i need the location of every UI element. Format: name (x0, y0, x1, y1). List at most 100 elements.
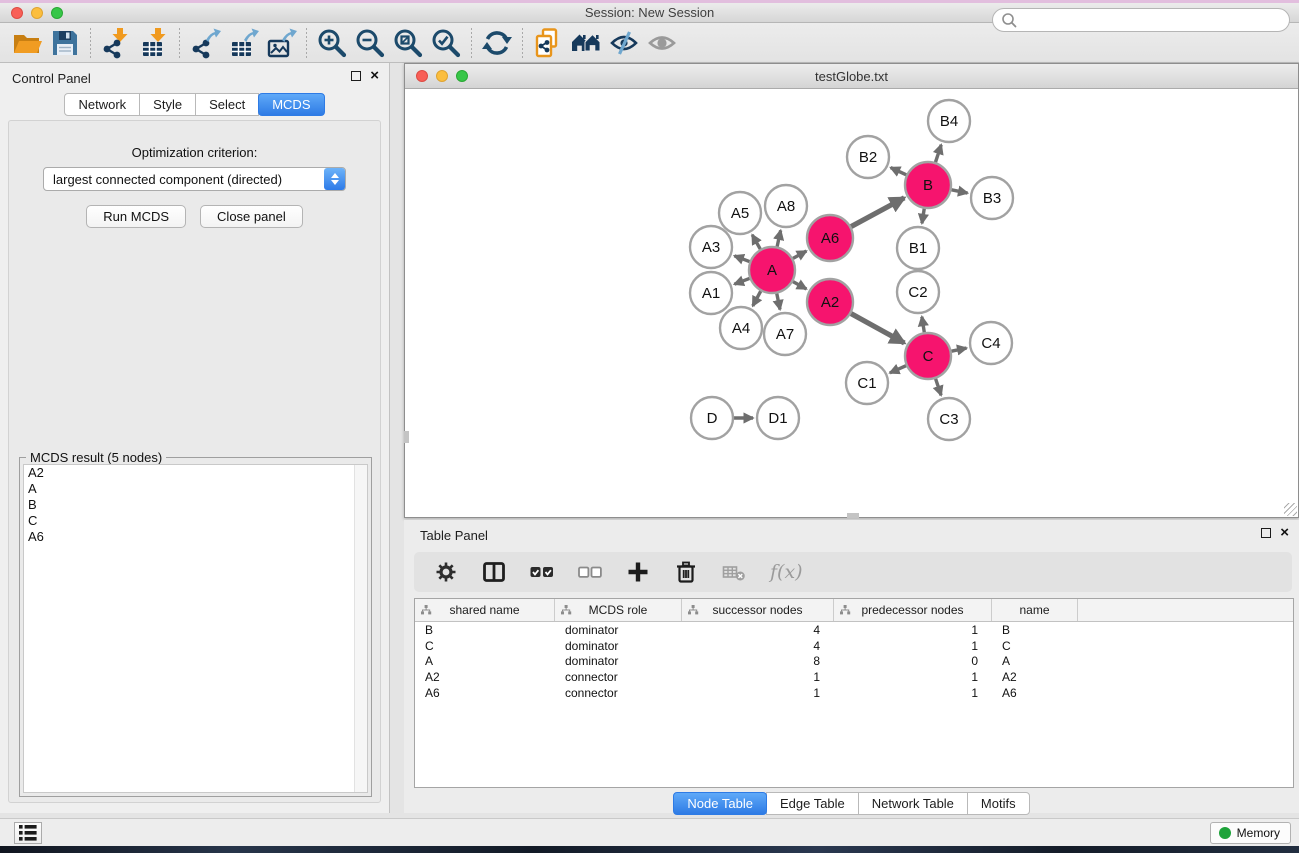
tab-mcds[interactable]: MCDS (258, 93, 324, 116)
cell-MCDS-role: connector (555, 686, 682, 700)
cell-shared-name: A2 (415, 670, 555, 684)
close-panel-icon[interactable]: × (370, 71, 379, 81)
close-table-panel-icon[interactable]: × (1280, 528, 1289, 538)
table-body: Bdominator41BCdominator41CAdominator80AA… (415, 622, 1293, 700)
clone-icon (532, 27, 564, 59)
mcds-result-title: MCDS result (5 nodes) (26, 450, 166, 465)
import-net-icon (100, 27, 132, 59)
tab-network[interactable]: Network (64, 93, 140, 116)
table-row[interactable]: Adominator80A (415, 653, 1293, 669)
tree-icon (421, 605, 432, 615)
deselect-all-button[interactable] (578, 560, 602, 584)
open-file-button[interactable] (8, 26, 46, 60)
mcds-result-list[interactable]: A2ABCA6 (23, 464, 368, 793)
add-column-button[interactable] (626, 560, 650, 584)
network-canvas[interactable]: B4B2BB3A8A5A6A3B1AC2A1A2A4A7C4CC1C3DD1 (405, 89, 1298, 517)
table-row[interactable]: A6connector11A6 (415, 685, 1293, 701)
tree-icon (561, 605, 572, 615)
tab-select[interactable]: Select (195, 93, 259, 116)
cell-successor-nodes: 4 (682, 639, 834, 653)
delete-table-button[interactable] (722, 560, 746, 584)
refresh-icon (481, 27, 513, 59)
refresh-button[interactable] (478, 26, 516, 60)
cell-name: C (992, 639, 1078, 653)
float-panel-icon[interactable] (351, 71, 361, 81)
tab-motifs[interactable]: Motifs (967, 792, 1030, 815)
save-session-button[interactable] (46, 26, 84, 60)
clone-network-button[interactable] (529, 26, 567, 60)
delete-column-button[interactable] (674, 560, 698, 584)
canvas-scroll-nub-bottom[interactable] (847, 513, 859, 518)
task-history-button[interactable] (14, 822, 42, 844)
show-columns-button[interactable] (482, 560, 506, 584)
export-image-button[interactable] (262, 26, 300, 60)
select-all-button[interactable] (530, 560, 554, 584)
memory-button[interactable]: Memory (1210, 822, 1291, 844)
show-graphics-button[interactable] (643, 26, 681, 60)
list-scrollbar[interactable] (354, 465, 367, 792)
table-x-icon (722, 560, 746, 584)
mcds-result-item[interactable]: A2 (24, 465, 367, 481)
zoom-selected-button[interactable] (427, 26, 465, 60)
export-table-button[interactable] (224, 26, 262, 60)
table-settings-button[interactable] (434, 560, 458, 584)
home-button[interactable] (567, 26, 605, 60)
column-header-MCDS-role[interactable]: MCDS role (555, 599, 682, 621)
node-label-A5: A5 (731, 205, 749, 222)
tab-network-table[interactable]: Network Table (858, 792, 968, 815)
criterion-value: largest connected component (directed) (44, 172, 324, 187)
plus-icon (626, 560, 650, 584)
edge-A6-B (851, 198, 904, 227)
criterion-select[interactable]: largest connected component (directed) (43, 167, 346, 191)
table-row[interactable]: A2connector11A2 (415, 669, 1293, 685)
hide-panels-button[interactable] (605, 26, 643, 60)
network-window-title: testGlobe.txt (405, 69, 1298, 84)
cell-successor-nodes: 1 (682, 670, 834, 684)
mcds-result-item[interactable]: C (24, 513, 367, 529)
node-label-A2: A2 (821, 294, 839, 311)
run-mcds-button[interactable]: Run MCDS (86, 205, 186, 228)
edge-C-C3 (936, 379, 942, 396)
table-tabs: Node TableEdge TableNetwork TableMotifs (404, 792, 1299, 815)
zoom-fit-button[interactable] (389, 26, 427, 60)
node-label-B1: B1 (909, 240, 927, 257)
canvas-scroll-nub-left[interactable] (404, 431, 409, 443)
export-network-button[interactable] (186, 26, 224, 60)
cell-MCDS-role: dominator (555, 654, 682, 668)
cell-predecessor-nodes: 1 (834, 670, 992, 684)
edge-A-A4 (753, 291, 761, 306)
float-table-panel-icon[interactable] (1261, 528, 1271, 538)
zoom-out-icon (354, 27, 386, 59)
edge-A-A8 (777, 230, 781, 246)
close-panel-button[interactable]: Close panel (200, 205, 303, 228)
table-row[interactable]: Bdominator41B (415, 622, 1293, 638)
network-window-titlebar[interactable]: testGlobe.txt (405, 64, 1298, 89)
mcds-result-item[interactable]: A (24, 481, 367, 497)
window-resize-grip[interactable] (1284, 503, 1297, 516)
table-row[interactable]: Cdominator41C (415, 638, 1293, 654)
search-box[interactable] (992, 8, 1290, 32)
tab-style[interactable]: Style (139, 93, 196, 116)
column-header-name[interactable]: name (992, 599, 1078, 621)
zoom-out-button[interactable] (351, 26, 389, 60)
cell-MCDS-role: connector (555, 670, 682, 684)
tab-edge-table[interactable]: Edge Table (766, 792, 859, 815)
column-header-shared-name[interactable]: shared name (415, 599, 555, 621)
import-table-button[interactable] (135, 26, 173, 60)
import-network-button[interactable] (97, 26, 135, 60)
tree-icon (840, 605, 851, 615)
cell-successor-nodes: 1 (682, 686, 834, 700)
column-header-successor-nodes[interactable]: successor nodes (682, 599, 834, 621)
home-icon (570, 27, 602, 59)
search-input[interactable] (1017, 10, 1289, 30)
zoom-in-icon (316, 27, 348, 59)
zoom-in-button[interactable] (313, 26, 351, 60)
mcds-result-item[interactable]: B (24, 497, 367, 513)
tab-node-table[interactable]: Node Table (673, 792, 767, 815)
table-header-row: shared nameMCDS rolesuccessor nodesprede… (415, 599, 1293, 622)
function-builder-button[interactable]: f(x) (770, 561, 803, 583)
column-header-predecessor-nodes[interactable]: predecessor nodes (834, 599, 992, 621)
memory-label: Memory (1237, 826, 1280, 840)
edge-A-A7 (777, 294, 780, 310)
mcds-result-item[interactable]: A6 (24, 529, 367, 545)
